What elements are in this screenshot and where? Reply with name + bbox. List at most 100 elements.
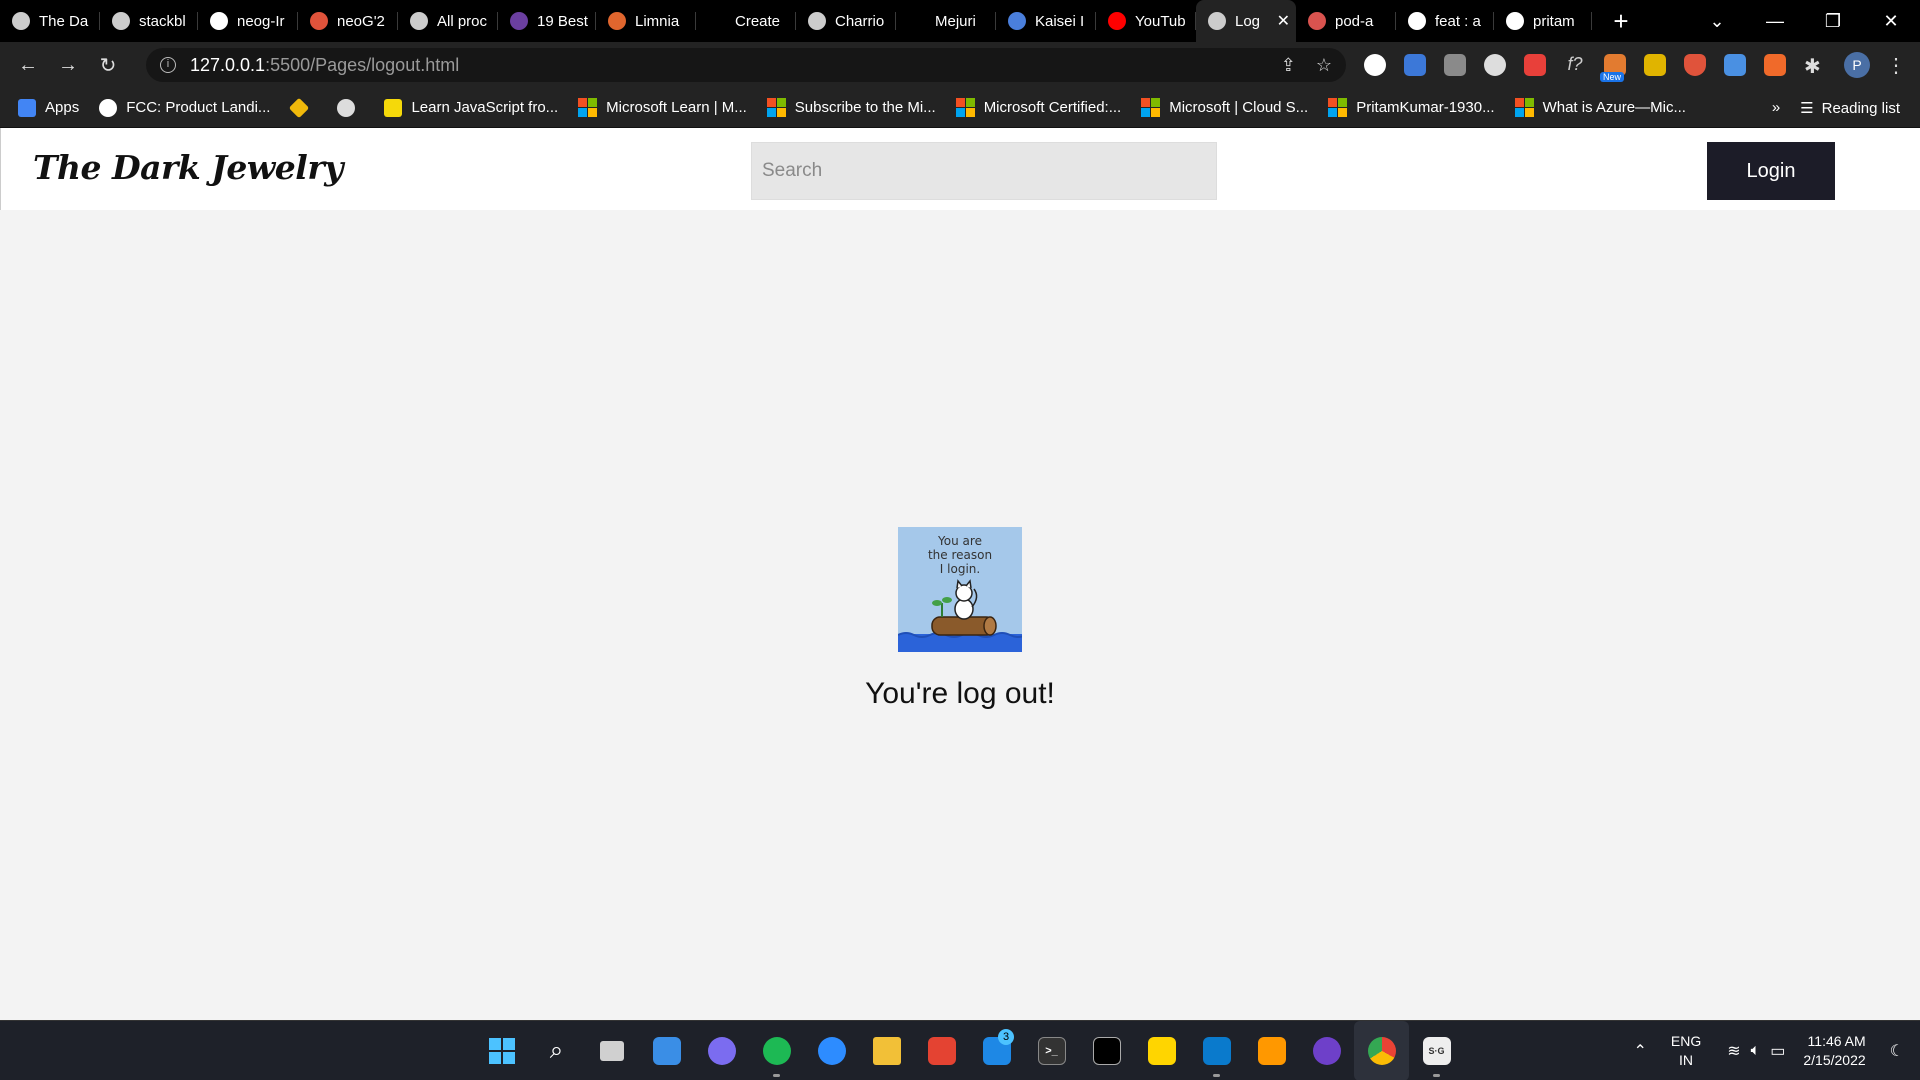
bookmark-item[interactable]: Microsoft Learn | M... [578,98,747,117]
extension-icon[interactable] [1644,54,1666,76]
extension-icon[interactable] [1764,54,1786,76]
browser-tab[interactable]: Kaisei I [996,0,1096,42]
bookmarks-overflow-button[interactable]: » [1772,99,1780,116]
reading-list-button[interactable]: ☰ Reading list [1800,99,1900,117]
browser-menu-icon[interactable]: ⋮ [1886,53,1906,78]
microsoft-icon [1328,98,1348,117]
browser-tab[interactable]: YouTub [1096,0,1196,42]
spotify-button[interactable] [749,1021,804,1080]
cmd-button[interactable] [1079,1021,1134,1080]
wifi-icon[interactable]: ≋ [1727,1041,1740,1061]
browser-tab[interactable]: Create [696,0,796,42]
teams-chat-button[interactable] [694,1021,749,1080]
address-bar[interactable]: i 127.0.0.1:5500/Pages/logout.html ⇪ ☆ [146,48,1346,82]
browser-tab[interactable]: pritam [1494,0,1592,42]
browser-tab[interactable]: pod-a [1296,0,1396,42]
start-button[interactable] [474,1021,529,1080]
bookmark-item[interactable]: FCC: Product Landi... [99,98,271,117]
bookmark-item[interactable]: PritamKumar-1930... [1328,98,1495,117]
bookmark-label: FCC: Product Landi... [126,99,271,116]
terminal-button[interactable]: >_ [1024,1021,1079,1080]
shield-extension-icon[interactable] [1684,54,1706,76]
chrome-button[interactable] [1354,1021,1409,1080]
close-window-button[interactable]: ✕ [1862,11,1920,32]
reload-button[interactable]: ↻ [88,53,128,78]
browser-tab[interactable]: Charrio [796,0,896,42]
bookmark-item[interactable] [289,97,317,118]
snipping-tool-button[interactable]: S·G [1409,1021,1464,1080]
focus-assist-icon[interactable]: ☾ [1890,1041,1904,1061]
tab-label: pritam [1533,12,1575,30]
fx-extension-icon[interactable]: f? [1564,54,1586,76]
clock[interactable]: 11:46 AM 2/15/2022 [1803,1032,1865,1070]
file-explorer-button[interactable] [859,1021,914,1080]
extension-icon[interactable] [1484,54,1506,76]
tab-label: Log [1235,12,1261,30]
sublime-button[interactable] [1244,1021,1299,1080]
extensions-bar: f? New ✱ [1364,54,1844,82]
tab-label: Mejuri [935,12,976,30]
restore-button[interactable]: ❐ [1804,11,1862,32]
browser-tab[interactable]: neog-Ir [198,0,298,42]
tab-search-icon[interactable]: ⌄ [1688,11,1746,32]
extension-icon[interactable] [1724,54,1746,76]
widgets-icon [652,1037,681,1065]
circle-icon [608,12,626,30]
bookmark-item[interactable]: Microsoft Certified:... [955,98,1121,117]
widgets-button[interactable] [639,1021,694,1080]
site-info-icon[interactable]: i [160,57,176,73]
new-extension-icon[interactable]: New [1600,54,1626,82]
new-tab-button[interactable]: + [1606,6,1636,37]
search-icon: ⌕ [549,1037,564,1064]
bookmark-item[interactable]: Apps [18,98,79,117]
login-button[interactable]: Login [1707,142,1835,200]
taskbar-search-button[interactable]: ⌕ [529,1021,584,1080]
browser-tab[interactable]: Log ✕ [1196,0,1296,42]
search-input[interactable] [751,142,1217,200]
extension-icon[interactable] [1364,54,1386,76]
extensions-puzzle-icon[interactable]: ✱ [1804,54,1826,78]
browser-tab[interactable]: All proc [398,0,498,42]
bookmark-item[interactable]: Microsoft | Cloud S... [1141,98,1308,117]
extension-icon[interactable] [1444,54,1466,76]
language-indicator[interactable]: ENG IN [1671,1032,1701,1070]
bookmark-item[interactable] [337,98,364,117]
share-icon[interactable]: ⇪ [1281,55,1296,76]
tab-list: The Da stackbl neog-Ir neoG'2 All proc 19 Bes… [0,0,1592,42]
chevron-up-icon[interactable]: ⌃ [1633,1041,1646,1061]
browser-tab[interactable]: neoG'2 [298,0,398,42]
task-view-button[interactable] [584,1021,639,1080]
browser-tab[interactable]: feat : a [1396,0,1494,42]
browser-tab[interactable]: stackbl [100,0,198,42]
browser-toolbar: ← → ↻ i 127.0.0.1:5500/Pages/logout.html… [0,42,1920,88]
microsoft-icon [955,98,975,117]
minimize-button[interactable]: — [1746,11,1804,32]
bookmark-star-icon[interactable]: ☆ [1316,55,1332,76]
site-logo[interactable]: The Dark Jewelry [33,148,343,187]
zoom-button[interactable] [804,1021,859,1080]
volume-icon[interactable]: 🔈︎ [1751,1042,1761,1060]
browser-tab[interactable]: 19 Best [498,0,596,42]
globe-icon [337,98,356,117]
bookmark-item[interactable]: What is Azure—Mic... [1514,98,1686,117]
close-tab-icon[interactable]: ✕ [1277,11,1290,31]
todoist-button[interactable] [914,1021,969,1080]
forward-button[interactable]: → [48,54,88,77]
browser-tab[interactable]: The Da [0,0,100,42]
vscode-button[interactable] [1189,1021,1244,1080]
reading-list-label: Reading list [1821,99,1900,117]
mail-button[interactable]: 3 [969,1021,1024,1080]
browser-tab[interactable]: Limnia [596,0,696,42]
profile-avatar[interactable]: P [1844,52,1870,78]
bookmark-label: PritamKumar-1930... [1356,99,1495,116]
github-desktop-button[interactable] [1299,1021,1354,1080]
bookmark-item[interactable]: Learn JavaScript fro... [384,98,558,117]
logout-message: You're log out! [865,677,1055,710]
sticky-notes-button[interactable] [1134,1021,1189,1080]
translate-extension-icon[interactable] [1404,54,1426,76]
browser-tab[interactable]: Mejuri [896,0,996,42]
extension-icon[interactable] [1524,54,1546,76]
battery-icon[interactable]: ▭ [1770,1041,1785,1061]
bookmark-item[interactable]: Subscribe to the Mi... [766,98,936,117]
back-button[interactable]: ← [8,54,48,77]
